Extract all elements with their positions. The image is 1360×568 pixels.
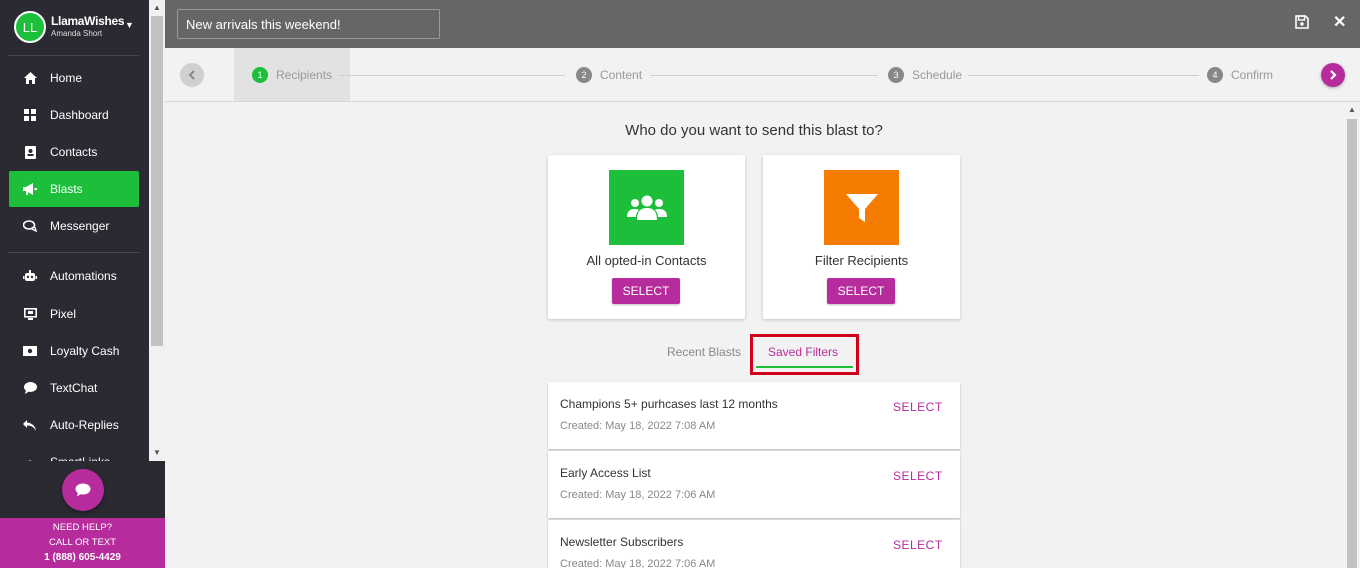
filter-name: Champions 5+ purhcases last 12 months xyxy=(560,397,778,411)
sidebar-item-label: Pixel xyxy=(50,307,77,321)
contact-book-icon xyxy=(20,145,40,159)
step-connector xyxy=(339,75,565,76)
sidebar-footer: NEED HELP? CALL OR TEXT 1 (888) 605-4429 xyxy=(0,461,165,568)
step-number: 3 xyxy=(888,67,904,83)
blast-title-input[interactable] xyxy=(177,9,440,39)
monitor-icon xyxy=(20,308,40,320)
account-switcher[interactable]: LL LlamaWishes Amanda Short ▼ xyxy=(0,0,149,55)
step-label: Confirm xyxy=(1231,68,1274,82)
help-phone: 1 (888) 605-4429 xyxy=(44,552,121,563)
stepper: 1 Recipients 2 Content 3 Schedule 4 Conf… xyxy=(165,48,1360,102)
filter-created: Created: May 18, 2022 7:08 AM xyxy=(560,420,716,432)
step-number: 2 xyxy=(576,67,592,83)
tab-recent-blasts[interactable]: Recent Blasts xyxy=(667,345,741,359)
step-label: Content xyxy=(600,68,643,82)
step-confirm[interactable]: 4 Confirm xyxy=(1207,67,1273,83)
sidebar-item-blasts[interactable]: Blasts xyxy=(9,171,139,207)
select-all-contacts-button[interactable]: SELECT xyxy=(612,278,680,304)
sidebar-item-automations[interactable]: Automations xyxy=(9,258,139,294)
chat-icon xyxy=(75,483,91,497)
sidebar-item-dashboard[interactable]: Dashboard xyxy=(9,97,139,133)
sidebar-item-label: Home xyxy=(50,71,83,85)
step-connector xyxy=(968,75,1199,76)
help-line-1: NEED HELP? xyxy=(52,522,113,533)
help-banner[interactable]: NEED HELP? CALL OR TEXT 1 (888) 605-4429 xyxy=(0,518,165,568)
back-button[interactable] xyxy=(180,63,204,87)
filter-name: Early Access List xyxy=(560,466,651,480)
cash-icon xyxy=(20,346,40,356)
sidebar-item-home[interactable]: Home xyxy=(9,60,139,96)
step-number: 4 xyxy=(1207,67,1223,83)
scrollbar-thumb[interactable] xyxy=(151,16,163,346)
save-icon[interactable] xyxy=(1295,15,1310,30)
close-icon[interactable]: ✕ xyxy=(1333,12,1346,32)
funnel-icon xyxy=(824,170,899,245)
avatar: LL xyxy=(14,11,46,43)
filter-created: Created: May 18, 2022 7:06 AM xyxy=(560,558,716,568)
filter-recipients-card[interactable]: Filter Recipients SELECT xyxy=(763,155,960,319)
sidebar-item-label: Loyalty Cash xyxy=(50,344,120,358)
help-line-2: CALL OR TEXT xyxy=(48,537,117,548)
chevron-left-icon xyxy=(188,70,195,80)
users-icon xyxy=(609,170,684,245)
sidebar-item-pixel[interactable]: Pixel xyxy=(9,296,139,332)
top-bar: ✕ xyxy=(165,0,1360,48)
sidebar-item-contacts[interactable]: Contacts xyxy=(9,134,139,170)
sidebar-item-label: Auto-Replies xyxy=(50,418,119,432)
sidebar-item-label: Messenger xyxy=(50,219,110,233)
speech-bubble-icon xyxy=(20,382,40,394)
next-button[interactable] xyxy=(1321,63,1345,87)
annotation-highlight-box xyxy=(750,334,859,375)
scrollbar-thumb[interactable] xyxy=(1347,119,1357,568)
list-item[interactable]: Champions 5+ purhcases last 12 months Cr… xyxy=(548,382,960,449)
select-filter-button[interactable]: SELECT xyxy=(893,469,943,483)
list-item[interactable]: Newsletter Subscribers Created: May 18, … xyxy=(548,520,960,568)
reply-all-icon xyxy=(20,419,40,431)
sidebar-item-label: Automations xyxy=(50,269,117,283)
scroll-down-arrow-icon[interactable]: ▼ xyxy=(153,448,161,457)
sidebar-item-label: Blasts xyxy=(50,182,83,196)
scroll-up-arrow-icon[interactable]: ▲ xyxy=(1348,105,1356,114)
sidebar-scrollbar[interactable]: ▲ ▼ xyxy=(149,0,165,461)
all-contacts-card[interactable]: All opted-in Contacts SELECT xyxy=(548,155,745,319)
sidebar-item-messenger[interactable]: Messenger xyxy=(9,208,139,244)
filter-name: Newsletter Subscribers xyxy=(560,535,684,549)
select-filter-button[interactable]: SELECT xyxy=(893,400,943,414)
main-scrollbar[interactable]: ▲ xyxy=(1344,102,1360,568)
step-label: Recipients xyxy=(276,68,333,82)
card-title: Filter Recipients xyxy=(814,253,909,268)
list-item[interactable]: Early Access List Created: May 18, 2022 … xyxy=(548,451,960,518)
card-title: All opted-in Contacts xyxy=(586,253,707,268)
filter-created: Created: May 18, 2022 7:06 AM xyxy=(560,489,716,501)
select-filter-recipients-button[interactable]: SELECT xyxy=(827,278,895,304)
step-label: Schedule xyxy=(912,68,963,82)
sidebar-item-textchat[interactable]: TextChat xyxy=(9,370,139,406)
caret-down-icon[interactable]: ▼ xyxy=(125,20,134,30)
megaphone-icon xyxy=(20,183,40,195)
robot-icon xyxy=(20,270,40,282)
divider xyxy=(8,55,139,56)
step-content[interactable]: 2 Content xyxy=(576,67,642,83)
divider xyxy=(8,252,139,253)
sidebar-item-label: Contacts xyxy=(50,145,98,159)
chevron-right-icon xyxy=(1330,70,1337,80)
chat-support-button[interactable] xyxy=(62,469,104,511)
home-icon xyxy=(20,72,40,84)
chat-bubbles-icon xyxy=(20,220,40,232)
select-filter-button[interactable]: SELECT xyxy=(893,538,943,552)
step-recipients[interactable]: 1 Recipients xyxy=(252,67,332,83)
step-schedule[interactable]: 3 Schedule xyxy=(888,67,962,83)
account-name: LlamaWishes xyxy=(51,14,125,28)
account-user: Amanda Short xyxy=(51,29,103,38)
sidebar-item-label: Dashboard xyxy=(50,108,109,122)
scroll-up-arrow-icon[interactable]: ▲ xyxy=(153,3,161,12)
sidebar-item-auto-replies[interactable]: Auto-Replies xyxy=(9,407,139,443)
grid-icon xyxy=(20,109,40,121)
step-number: 1 xyxy=(252,67,268,83)
sidebar-item-loyalty-cash[interactable]: Loyalty Cash xyxy=(9,333,139,369)
step-connector xyxy=(650,75,878,76)
sidebar-item-label: TextChat xyxy=(50,381,98,395)
recipients-question: Who do you want to send this blast to? xyxy=(625,122,883,139)
